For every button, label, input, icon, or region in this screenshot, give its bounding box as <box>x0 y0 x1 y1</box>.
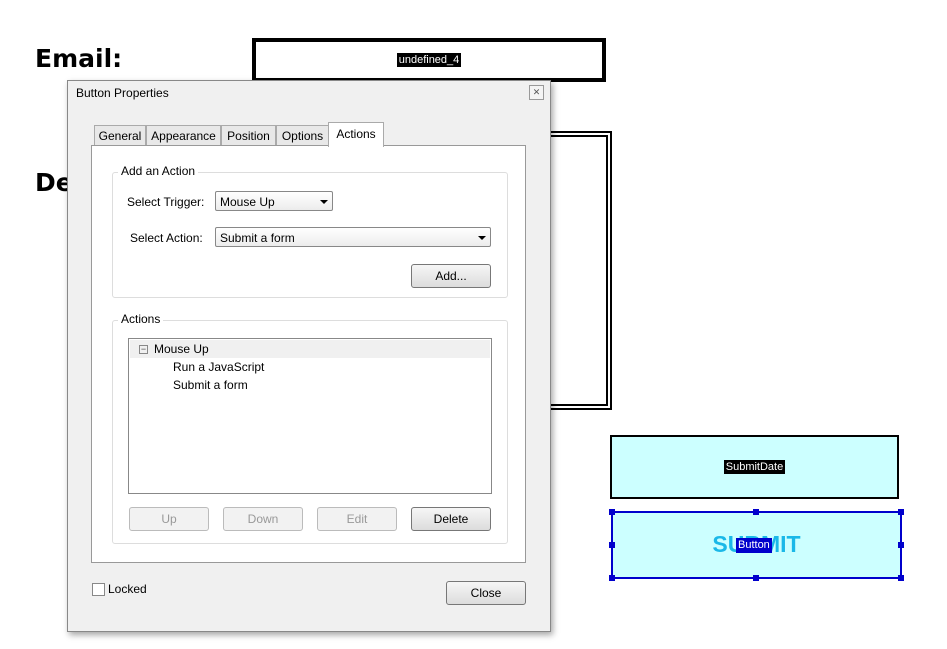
action-value: Submit a form <box>220 231 295 245</box>
dialog-title: Button Properties <box>76 86 169 100</box>
tab-actions[interactable]: Actions <box>328 122 384 147</box>
tree-item[interactable]: Submit a form <box>173 378 248 392</box>
resize-handle[interactable] <box>609 575 615 581</box>
tree-item[interactable]: Run a JavaScript <box>173 360 264 374</box>
button-properties-dialog: Button Properties ✕ General Appearance P… <box>67 80 551 632</box>
tree-node-label: Mouse Up <box>154 342 209 356</box>
down-button[interactable]: Down <box>223 507 303 531</box>
submitdate-field[interactable]: SubmitDate <box>610 435 899 499</box>
actions-panel: Add an Action Select Trigger: Mouse Up S… <box>91 145 526 563</box>
add-button[interactable]: Add... <box>411 264 491 288</box>
resize-handle[interactable] <box>898 575 904 581</box>
close-icon[interactable]: ✕ <box>529 85 544 100</box>
delete-button[interactable]: Delete <box>411 507 491 531</box>
up-button[interactable]: Up <box>129 507 209 531</box>
trigger-label: Select Trigger: <box>127 195 205 209</box>
group-title: Actions <box>118 312 164 326</box>
resize-handle[interactable] <box>898 509 904 515</box>
action-select[interactable]: Submit a form <box>215 227 491 247</box>
tree-node-mouse-up[interactable]: − Mouse Up <box>130 340 490 358</box>
resize-handle[interactable] <box>898 542 904 548</box>
tab-general[interactable]: General <box>94 125 146 146</box>
field-name-tag: SubmitDate <box>723 460 786 474</box>
submit-button-field[interactable]: SUBMIT Button <box>609 509 904 581</box>
actions-tree[interactable]: − Mouse Up Run a JavaScript Submit a for… <box>128 338 492 494</box>
email-field[interactable]: undefined_4 <box>252 38 606 82</box>
resize-handle[interactable] <box>609 509 615 515</box>
trigger-select[interactable]: Mouse Up <box>215 191 333 211</box>
email-label: Email: <box>35 44 123 73</box>
tab-options[interactable]: Options <box>276 125 329 146</box>
edit-button[interactable]: Edit <box>317 507 397 531</box>
group-title: Add an Action <box>118 164 199 178</box>
field-name-tag: Button <box>736 538 772 553</box>
collapse-icon[interactable]: − <box>139 345 148 354</box>
field-name-tag: undefined_4 <box>396 53 462 67</box>
trigger-value: Mouse Up <box>220 195 275 209</box>
resize-handle[interactable] <box>753 575 759 581</box>
action-label: Select Action: <box>130 231 203 245</box>
locked-checkbox[interactable] <box>92 583 105 596</box>
dropdown-arrow-icon <box>478 236 486 240</box>
resize-handle[interactable] <box>753 509 759 515</box>
resize-handle[interactable] <box>609 542 615 548</box>
dropdown-arrow-icon <box>320 200 328 204</box>
tab-position[interactable]: Position <box>221 125 276 146</box>
tab-appearance[interactable]: Appearance <box>146 125 221 146</box>
close-button[interactable]: Close <box>446 581 526 605</box>
locked-label: Locked <box>108 582 147 596</box>
